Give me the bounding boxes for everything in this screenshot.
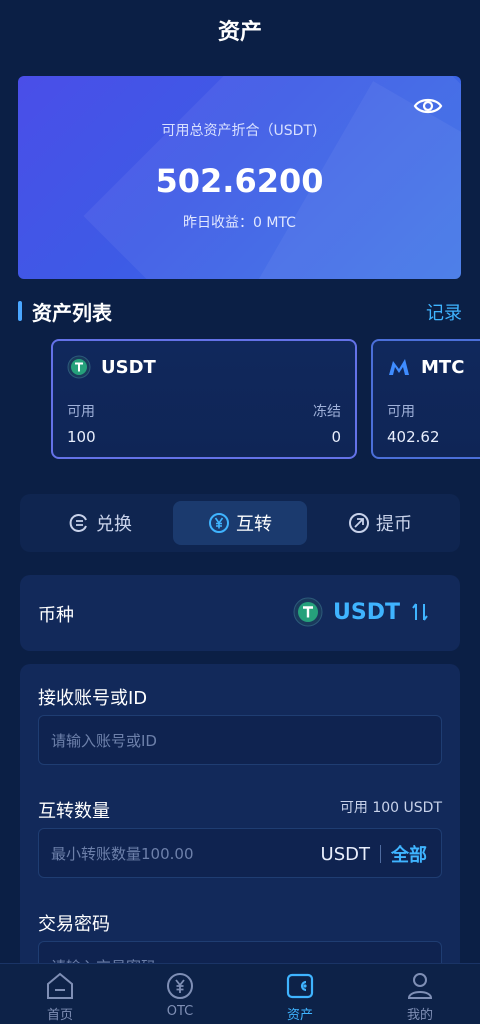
total-assets-value: 502.6200	[155, 162, 324, 200]
frozen-value: 0	[331, 428, 341, 446]
nav-assets[interactable]: 资产	[240, 964, 360, 1024]
bottom-nav: 首页 OTC 资产 我的	[0, 963, 480, 1024]
amount-input[interactable]: 最小转账数量100.00 USDT 全部	[38, 828, 442, 878]
password-label: 交易密码	[38, 914, 110, 935]
tether-icon	[293, 597, 323, 627]
total-assets-card: 可用总资产折合（USDT) 502.6200 昨日收益：0 MTC	[18, 76, 461, 279]
amount-placeholder: 最小转账数量100.00	[51, 844, 194, 863]
tether-icon	[67, 355, 91, 379]
all-button[interactable]: 全部	[391, 841, 427, 867]
otc-icon	[167, 973, 193, 999]
receiver-placeholder: 请输入账号或ID	[51, 731, 157, 750]
title-accent-bar	[18, 301, 22, 321]
frozen-label: 冻结	[313, 404, 341, 420]
amount-unit: USDT	[320, 843, 370, 865]
asset-card-mtc[interactable]: MTC 可用 402.62	[371, 339, 480, 459]
coin-header: USDT	[67, 355, 156, 379]
available-label: 可用	[387, 404, 415, 420]
nav-profile[interactable]: 我的	[360, 964, 480, 1024]
wallet-icon	[286, 973, 314, 999]
asset-list-title-text: 资产列表	[32, 300, 112, 325]
receiver-input[interactable]: 请输入账号或ID	[38, 715, 442, 765]
withdraw-icon	[349, 513, 369, 533]
amount-unit-group: USDT 全部	[321, 829, 427, 879]
receiver-label: 接收账号或ID	[38, 688, 148, 709]
available-value: 402.62	[387, 428, 440, 446]
nav-label: 我的	[406, 1008, 433, 1023]
selected-coin[interactable]: USDT	[293, 597, 430, 627]
coin-header: MTC	[387, 355, 464, 379]
user-icon	[407, 973, 433, 999]
asset-list-title: 资产列表	[18, 296, 112, 326]
swap-vertical-icon[interactable]	[410, 601, 430, 623]
eye-icon[interactable]	[413, 94, 443, 118]
tab-label: 兑换	[96, 514, 132, 535]
nav-label: OTC	[166, 1004, 194, 1019]
coin-name: USDT	[101, 356, 156, 378]
amount-label: 互转数量	[38, 801, 110, 822]
yen-circle-icon	[209, 513, 229, 533]
mtc-logo-icon	[389, 359, 409, 375]
transfer-form: 接收账号或ID 请输入账号或ID 互转数量 可用 100 USDT 最小转账数量…	[20, 664, 460, 991]
total-assets-label: 可用总资产折合（USDT)	[161, 123, 318, 139]
tab-exchange[interactable]: 兑换	[33, 501, 167, 545]
records-link[interactable]: 记录	[426, 299, 462, 325]
nav-label: 首页	[46, 1008, 73, 1023]
page-title: 资产	[217, 20, 262, 45]
available-label: 可用	[67, 404, 95, 420]
nav-home[interactable]: 首页	[0, 964, 120, 1024]
home-icon	[47, 972, 73, 999]
coin-name: MTC	[421, 356, 465, 378]
divider	[380, 845, 381, 863]
yesterday-earnings: 昨日收益：0 MTC	[183, 215, 296, 231]
tab-transfer[interactable]: 互转	[173, 501, 307, 545]
coin-selector[interactable]: 币种 USDT	[20, 575, 460, 651]
action-tabs: 兑换 互转 提币	[20, 494, 460, 552]
coin-selector-label: 币种	[38, 605, 74, 626]
available-value: 100	[67, 428, 96, 446]
nav-otc[interactable]: OTC	[120, 964, 240, 1024]
asset-card-usdt[interactable]: USDT 可用 冻结 100 0	[51, 339, 357, 459]
tab-withdraw[interactable]: 提币	[313, 501, 447, 545]
exchange-icon	[69, 514, 87, 532]
tab-label: 互转	[236, 514, 272, 535]
available-balance: 可用 100 USDT	[339, 800, 442, 816]
selected-coin-name: USDT	[333, 599, 400, 625]
tab-label: 提币	[376, 514, 412, 535]
nav-label: 资产	[286, 1008, 313, 1023]
